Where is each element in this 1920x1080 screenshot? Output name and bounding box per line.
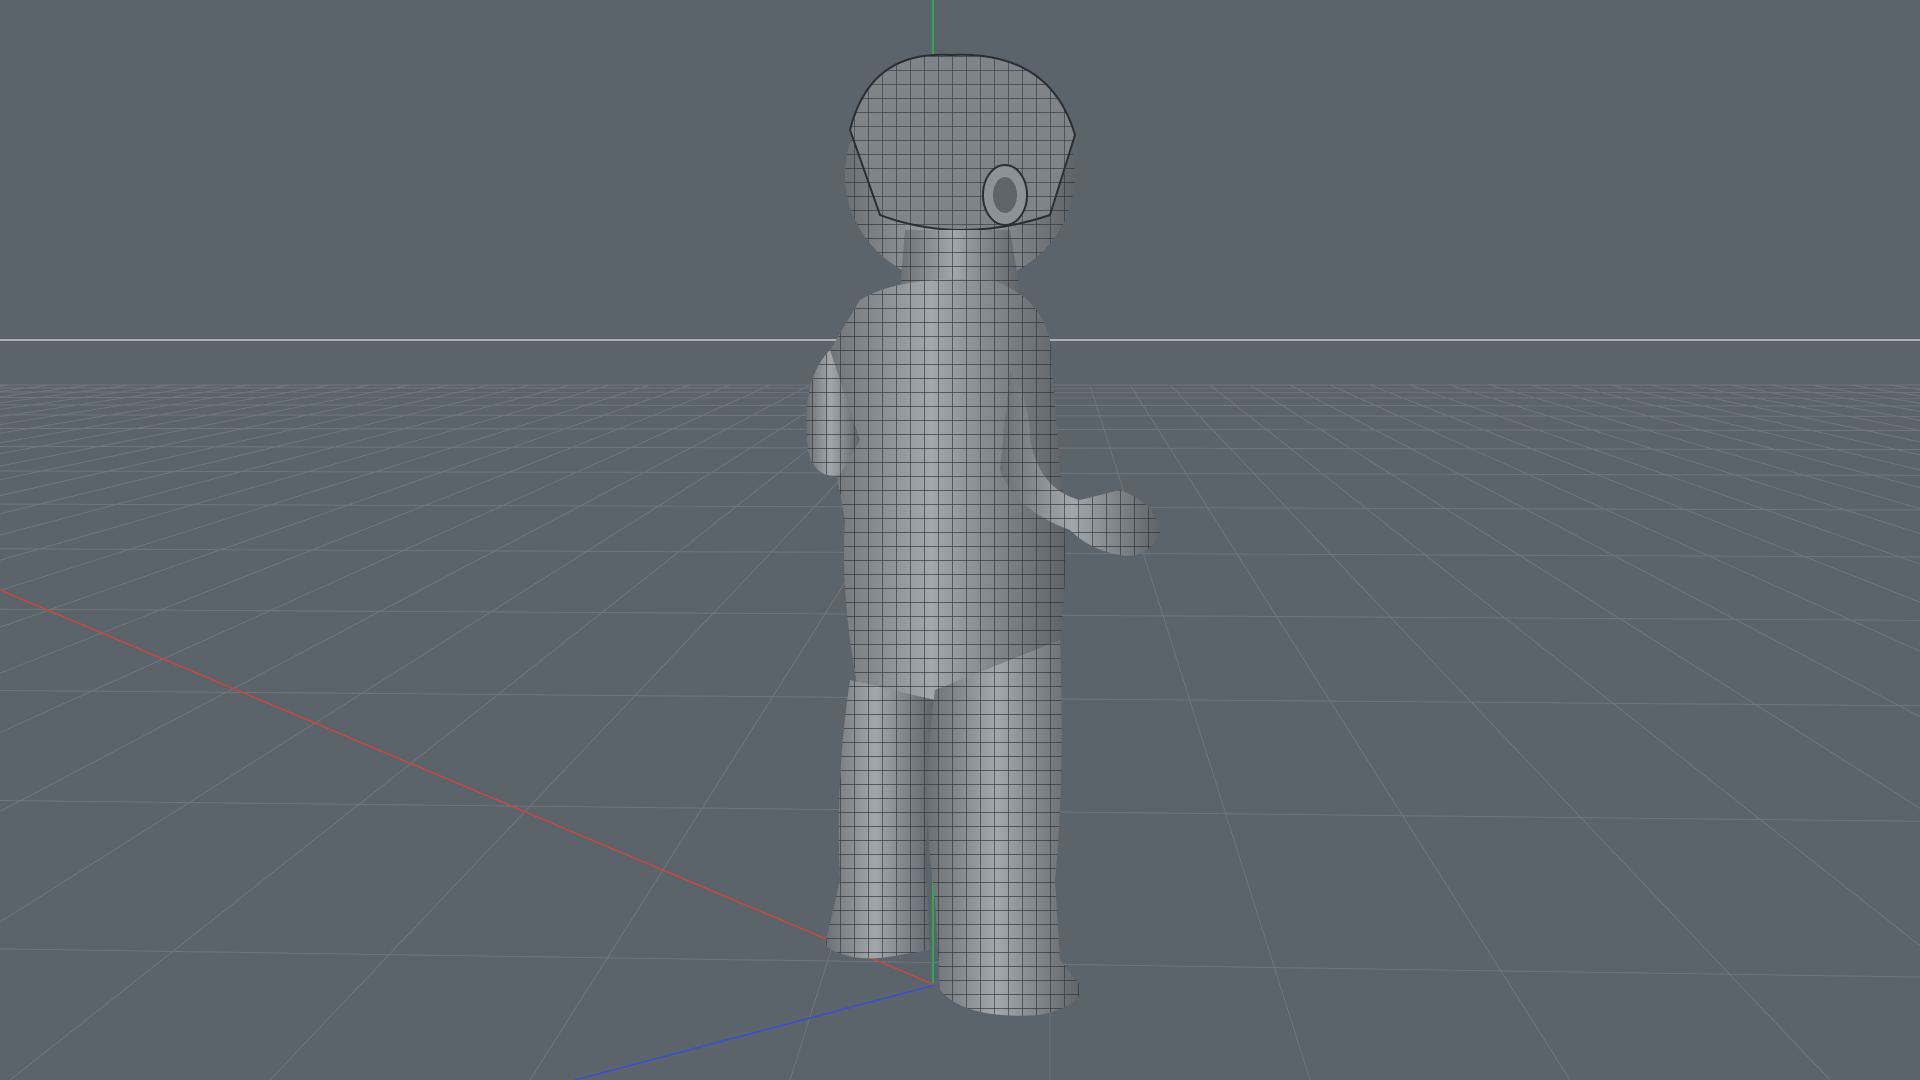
grid-line <box>1089 384 1311 1080</box>
grid-line <box>0 384 91 398</box>
viewport-scene[interactable] <box>0 0 1920 1080</box>
grid-line <box>0 384 851 923</box>
grid-line <box>0 384 171 410</box>
grid-line <box>1609 384 1920 456</box>
grid-line <box>1569 384 1920 471</box>
grid-line <box>0 384 491 497</box>
grid-line <box>1169 384 1831 1080</box>
grid-line <box>0 384 691 628</box>
grid-line <box>1129 384 1571 1080</box>
grid-line <box>269 384 931 1080</box>
3d-viewport[interactable] <box>0 0 1920 1080</box>
grid-line <box>0 384 131 404</box>
grid-line <box>0 384 571 536</box>
grid-line <box>1889 384 1920 391</box>
grid-line <box>0 384 811 813</box>
grid-line <box>0 384 771 734</box>
grid-line <box>0 384 731 674</box>
grid-line <box>0 384 211 418</box>
z-axis-line <box>574 984 936 1080</box>
grid-line <box>0 384 651 591</box>
x-axis-line <box>0 589 936 986</box>
grid-line <box>0 384 331 444</box>
grid-line <box>0 384 451 481</box>
grid-line <box>0 384 611 561</box>
grid-line <box>0 384 11 387</box>
grid-line <box>0 384 251 425</box>
grid-line <box>0 384 371 455</box>
grid-line <box>0 384 411 467</box>
grid-line <box>9 384 891 1080</box>
grid-line <box>0 384 51 392</box>
character-model[interactable] <box>806 53 1160 1016</box>
grid-line <box>1649 384 1920 443</box>
